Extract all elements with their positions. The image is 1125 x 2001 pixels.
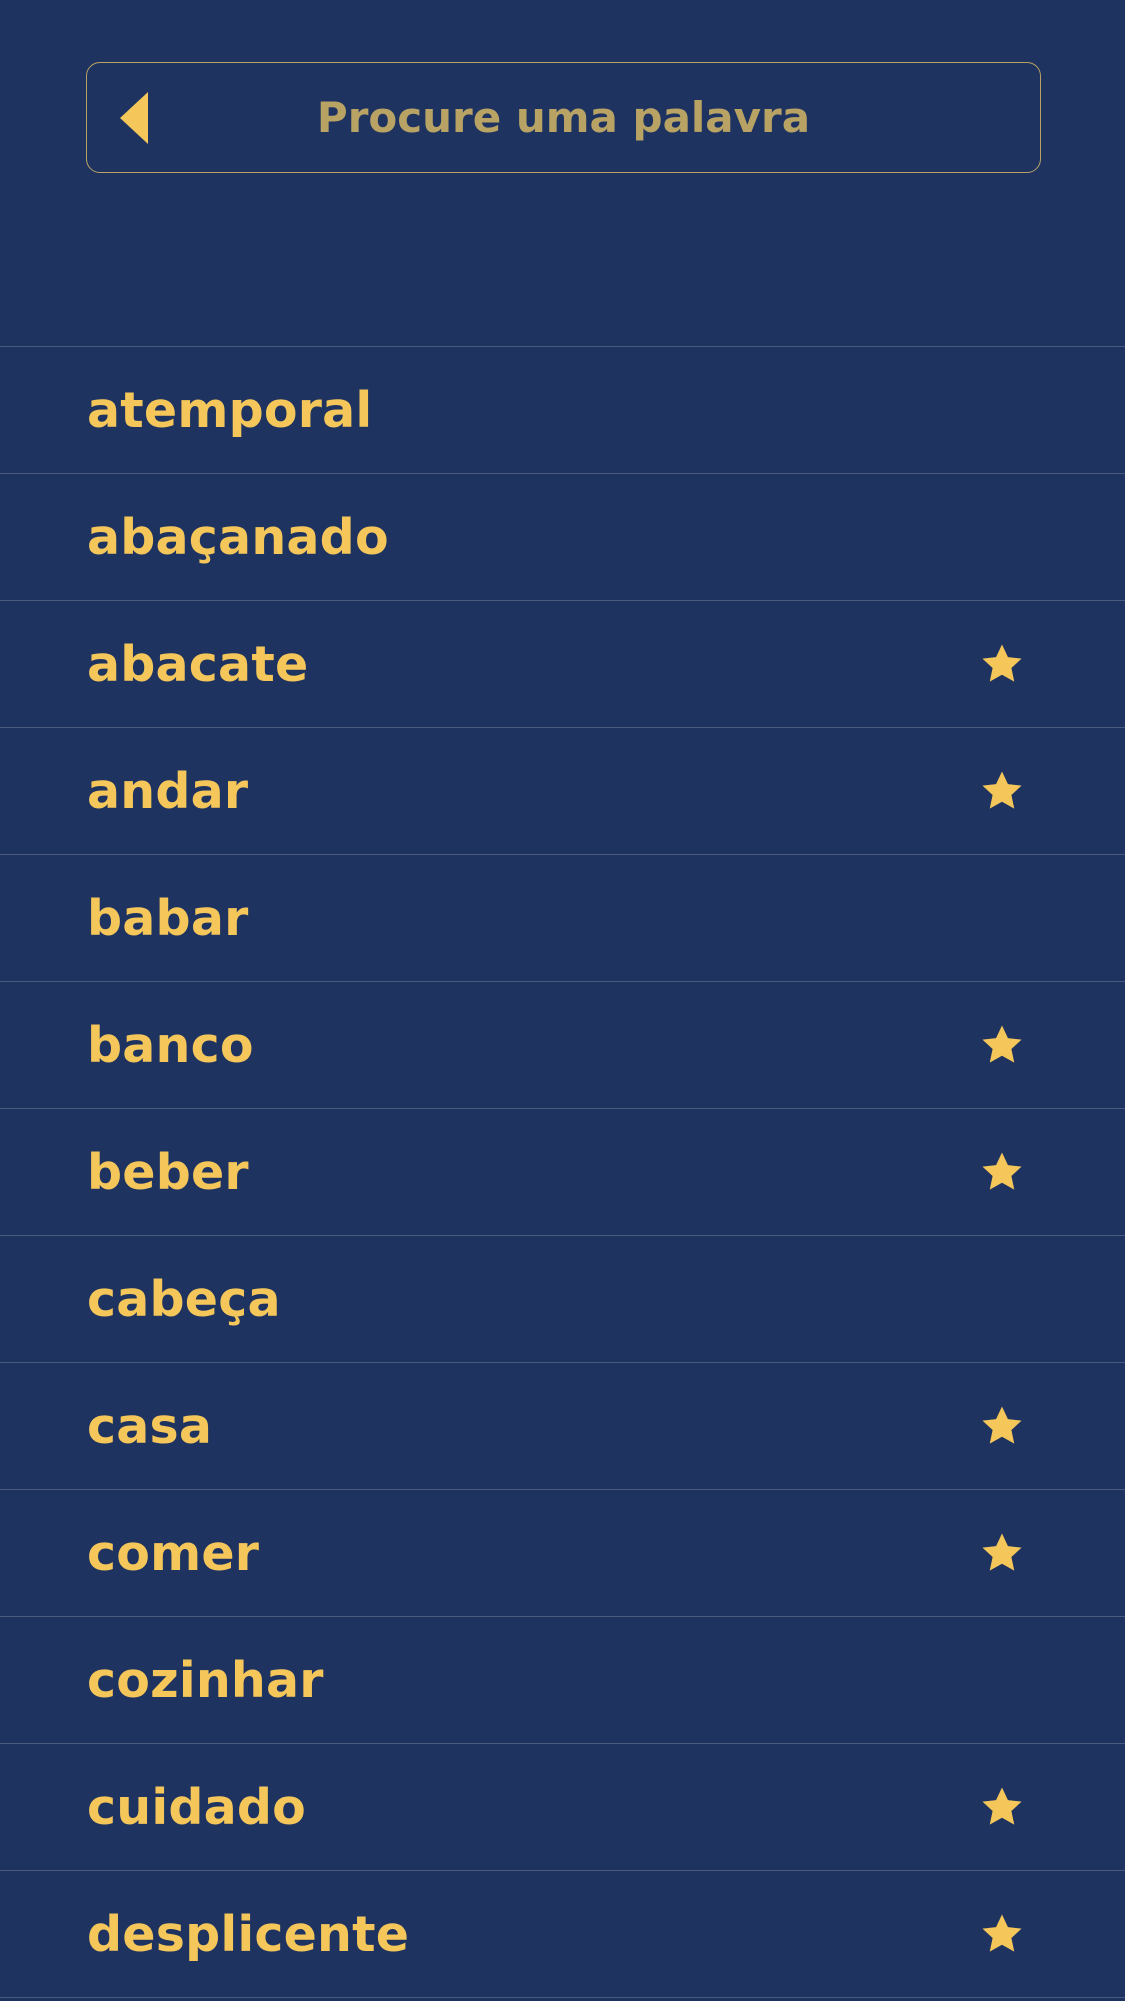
word-label: casa [87,1397,213,1455]
favorite-star-icon[interactable] [977,1782,1027,1832]
list-item[interactable]: casa [0,1363,1125,1490]
list-item[interactable]: atemporal [0,347,1125,474]
word-label: desplicente [87,1905,410,1963]
word-label: cabeça [87,1270,281,1328]
list-item[interactable]: abaçanado [0,474,1125,601]
word-label: cozinhar [87,1651,324,1709]
list-item[interactable]: cuidado [0,1744,1125,1871]
list-item[interactable]: comer [0,1490,1125,1617]
favorite-star-icon[interactable] [977,1528,1027,1578]
list-item[interactable]: banco [0,982,1125,1109]
favorite-star-icon[interactable] [977,1020,1027,1070]
word-label: andar [87,762,249,820]
search-bar [86,62,1041,173]
list-item[interactable]: beber [0,1109,1125,1236]
word-label: cuidado [87,1778,307,1836]
search-input[interactable] [213,93,914,142]
favorite-star-icon[interactable] [977,766,1027,816]
word-list-screen: atemporal abaçanado abacate andar babar banco… [0,0,1125,2001]
list-item[interactable]: babar [0,855,1125,982]
word-label: comer [87,1524,260,1582]
word-label: atemporal [87,381,373,439]
word-label: beber [87,1143,249,1201]
favorite-star-icon[interactable] [977,1147,1027,1197]
favorite-star-icon[interactable] [977,1401,1027,1451]
word-list: atemporal abaçanado abacate andar babar banco… [0,346,1125,1998]
favorite-star-icon[interactable] [977,639,1027,689]
word-label: babar [87,889,249,947]
favorite-star-icon[interactable] [977,1909,1027,1959]
list-item[interactable]: andar [0,728,1125,855]
list-item[interactable]: cozinhar [0,1617,1125,1744]
list-item[interactable]: desplicente [0,1871,1125,1998]
word-label: abacate [87,635,309,693]
word-label: abaçanado [87,508,389,566]
list-item[interactable]: cabeça [0,1236,1125,1363]
list-item[interactable]: abacate [0,601,1125,728]
back-triangle-icon [120,91,148,144]
back-button[interactable] [105,63,165,172]
word-label: banco [87,1016,254,1074]
